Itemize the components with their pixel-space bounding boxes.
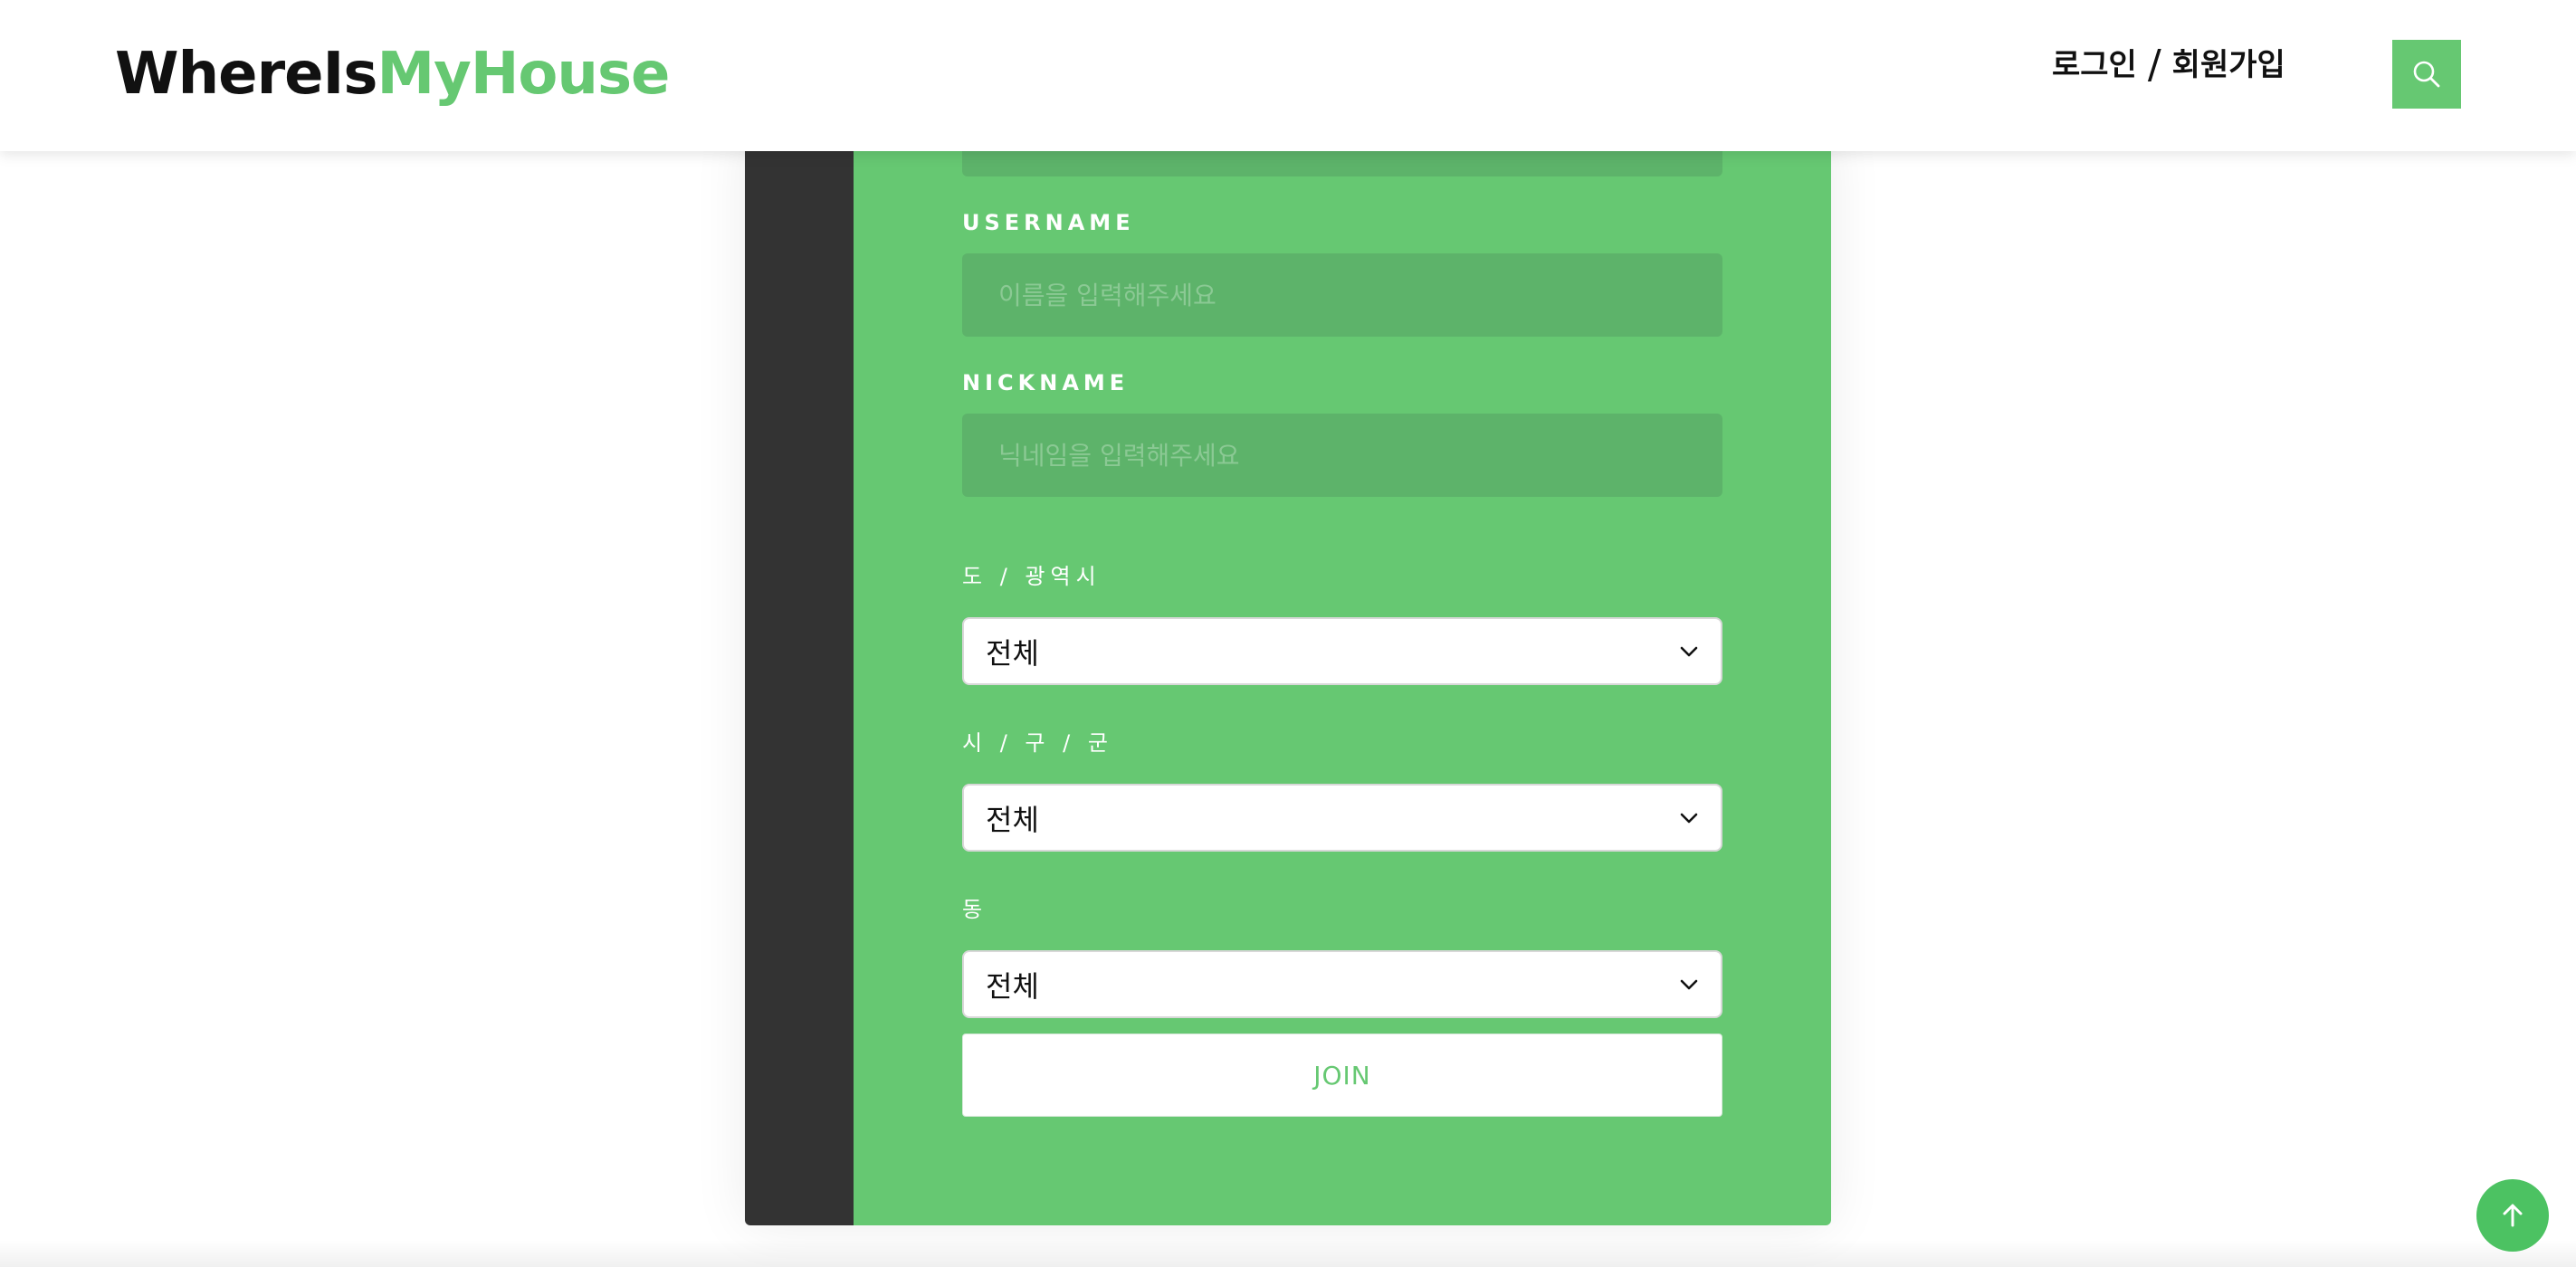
chevron-down-icon <box>1680 646 1698 656</box>
gugun-label: 시 / 구 / 군 <box>962 730 1113 756</box>
nickname-label: NICKNAME <box>962 370 1130 395</box>
sido-select[interactable]: 전체 <box>962 617 1722 685</box>
page: USERNAME NICKNAME 도 / 광역시 전체 시 / 구 / 군 전… <box>0 0 2576 1267</box>
gugun-select[interactable]: 전체 <box>962 784 1722 852</box>
logo-text-accent: MyHouse <box>377 41 670 108</box>
auth-separator: / <box>2147 42 2161 88</box>
join-button[interactable]: JOIN <box>962 1034 1722 1117</box>
search-icon <box>2413 61 2440 88</box>
signup-link[interactable]: 회원가입 <box>2172 40 2285 90</box>
site-logo[interactable]: WhereIsMyHouse <box>115 34 670 114</box>
chevron-down-icon <box>1680 979 1698 989</box>
username-label: USERNAME <box>962 210 1135 235</box>
chevron-down-icon <box>1680 813 1698 823</box>
login-link[interactable]: 로그인 <box>2052 40 2137 90</box>
footer-edge <box>0 1240 2576 1267</box>
dong-select-value: 전체 <box>986 968 1039 1004</box>
dong-select[interactable]: 전체 <box>962 950 1722 1018</box>
scrolled-field-remnant[interactable] <box>962 151 1722 176</box>
logo-text-primary: WhereIs <box>115 41 377 108</box>
gugun-select-value: 전체 <box>986 802 1039 837</box>
search-button[interactable] <box>2392 40 2461 109</box>
nickname-input[interactable] <box>962 414 1722 497</box>
username-input[interactable] <box>962 253 1722 337</box>
site-header: WhereIsMyHouse 로그인 / 회원가입 <box>0 0 2576 151</box>
card-side-strip <box>745 127 854 1225</box>
auth-links: 로그인 / 회원가입 <box>2052 40 2285 90</box>
sido-select-value: 전체 <box>986 635 1039 671</box>
scroll-top-button[interactable] <box>2476 1179 2549 1252</box>
sido-label: 도 / 광역시 <box>962 564 1102 589</box>
dong-label: 동 <box>962 897 988 922</box>
arrow-up-icon <box>2503 1204 2523 1227</box>
